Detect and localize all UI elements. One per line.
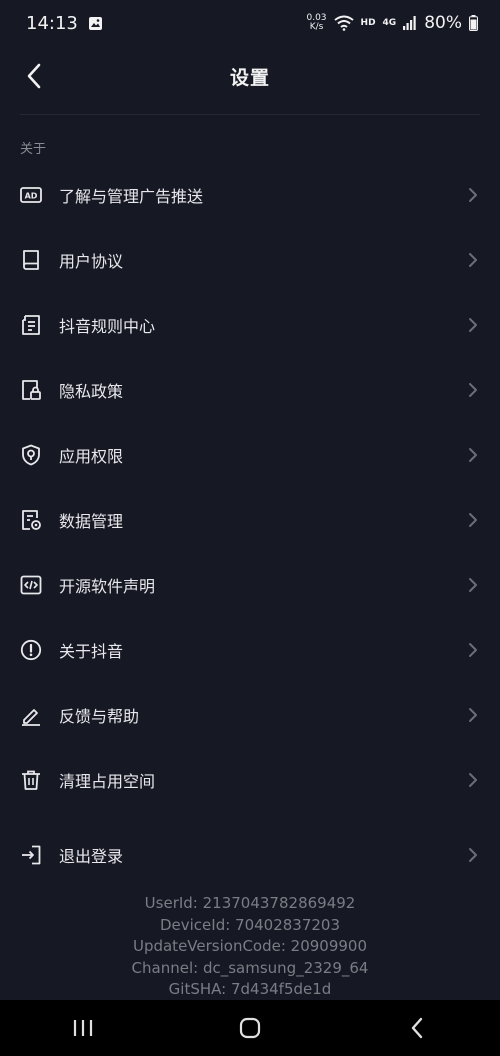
menu-item-label: 数据管理 xyxy=(59,511,124,531)
status-left: 14:13 xyxy=(26,13,103,34)
menu-item-logout[interactable]: 退出登录 xyxy=(0,822,500,887)
recent-apps-icon xyxy=(72,1018,94,1038)
menu-item-label: 抖音规则中心 xyxy=(59,316,156,336)
chevron-right-icon xyxy=(468,382,478,398)
info-alert-icon xyxy=(20,639,42,661)
page-title: 设置 xyxy=(229,66,270,89)
menu-item-label: 反馈与帮助 xyxy=(59,706,140,726)
speed-unit: K/s xyxy=(309,22,324,32)
section-label: 关于 xyxy=(20,142,47,157)
back-arrow-icon xyxy=(26,63,42,89)
status-bar: 14:13 0.03 K/s HD 4G 80% xyxy=(0,0,500,46)
app-bar: 设置 xyxy=(0,46,500,106)
header-divider xyxy=(20,114,480,115)
battery-percent: 80% xyxy=(424,13,462,33)
system-back-icon xyxy=(410,1017,424,1039)
chevron-right-icon xyxy=(468,577,478,593)
menu-item-label: 用户协议 xyxy=(59,251,124,271)
wifi-icon xyxy=(333,15,354,31)
gallery-notification-icon xyxy=(88,16,103,31)
menu-item-user-agreement[interactable]: 用户协议 xyxy=(0,227,500,292)
document-list-icon xyxy=(20,314,42,336)
system-nav-bar xyxy=(0,1000,500,1056)
trash-icon xyxy=(20,769,42,791)
menu-item-label: 隐私政策 xyxy=(59,381,124,401)
battery-icon xyxy=(469,15,478,31)
shield-icon xyxy=(20,444,42,466)
update-version-code: UpdateVersionCode: 20909900 xyxy=(132,937,368,955)
menu-item-rules-center[interactable]: 抖音规则中心 xyxy=(0,292,500,357)
home-button[interactable] xyxy=(220,1000,280,1056)
user-id: UserId: 2137043782869492 xyxy=(144,894,356,912)
data-gear-icon xyxy=(20,509,42,531)
menu-item-label: 清理占用空间 xyxy=(59,771,156,791)
menu-item-label: 应用权限 xyxy=(59,446,124,466)
channel: Channel: dc_samsung_2329_64 xyxy=(131,958,369,977)
git-sha: GitSHA: 7d434f5de1d xyxy=(168,980,332,998)
chevron-right-icon xyxy=(468,642,478,658)
hd-label: HD xyxy=(360,18,376,28)
book-icon xyxy=(20,249,42,271)
status-right: 0.03 K/s HD 4G 80% xyxy=(306,13,478,33)
edit-icon xyxy=(20,704,42,726)
menu-item-ad-management[interactable]: AD 了解与管理广告推送 xyxy=(0,162,500,227)
recent-apps-button[interactable] xyxy=(53,1000,113,1056)
code-icon xyxy=(20,574,42,596)
chevron-right-icon xyxy=(468,187,478,203)
menu-item-label: 开源软件声明 xyxy=(59,576,156,596)
chevron-right-icon xyxy=(468,847,478,863)
svg-text:AD: AD xyxy=(25,191,38,200)
network-type: 4G xyxy=(382,18,397,28)
menu-item-feedback[interactable]: 反馈与帮助 xyxy=(0,682,500,747)
logout-icon xyxy=(20,844,42,866)
signal-icon xyxy=(403,16,417,30)
menu-item-app-permissions[interactable]: 应用权限 xyxy=(0,422,500,487)
menu-item-privacy-policy[interactable]: 隐私政策 xyxy=(0,357,500,422)
system-back-button[interactable] xyxy=(387,1000,447,1056)
chevron-right-icon xyxy=(468,447,478,463)
menu-item-open-source[interactable]: 开源软件声明 xyxy=(0,552,500,617)
settings-menu: AD 了解与管理广告推送 用户协议 抖音规则中心 隐私政策 应用权限 数据管理 … xyxy=(0,162,500,887)
chevron-right-icon xyxy=(468,707,478,723)
chevron-right-icon xyxy=(468,772,478,788)
chevron-right-icon xyxy=(468,512,478,528)
device-id: DeviceId: 70402837203 xyxy=(159,915,341,934)
menu-item-label: 退出登录 xyxy=(59,846,124,866)
menu-item-about[interactable]: 关于抖音 xyxy=(0,617,500,682)
menu-item-label: 了解与管理广告推送 xyxy=(59,186,204,206)
menu-item-label: 关于抖音 xyxy=(59,641,124,661)
chevron-right-icon xyxy=(468,252,478,268)
privacy-lock-icon xyxy=(20,379,42,401)
chevron-right-icon xyxy=(468,317,478,333)
home-icon xyxy=(239,1017,261,1039)
network-speed: 0.03 K/s xyxy=(306,14,326,32)
menu-item-clear-space[interactable]: 清理占用空间 xyxy=(0,747,500,812)
back-button[interactable] xyxy=(16,58,52,94)
status-time: 14:13 xyxy=(26,12,78,34)
app-info: UserId: 2137043782869492 DeviceId: 70402… xyxy=(0,893,500,1001)
ad-icon: AD xyxy=(20,184,42,206)
menu-item-data-management[interactable]: 数据管理 xyxy=(0,487,500,552)
